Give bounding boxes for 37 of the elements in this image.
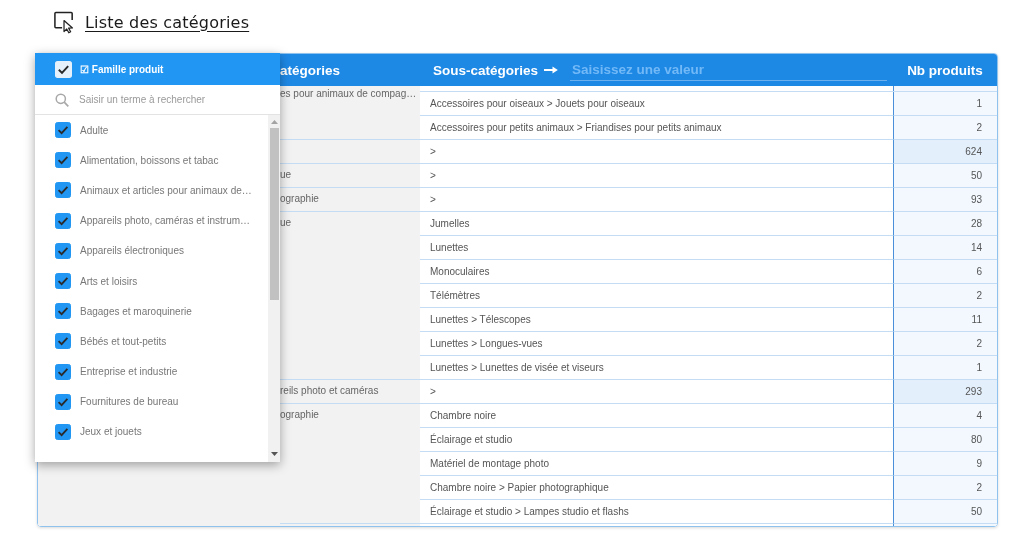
checkbox[interactable] — [55, 182, 71, 199]
checkbox[interactable] — [55, 212, 71, 229]
checkbox[interactable] — [55, 303, 71, 320]
filter-option[interactable]: Bébés et tout-petits — [55, 326, 268, 357]
scroll-down-icon[interactable] — [270, 452, 278, 456]
filter-field[interactable]: Saisissez une valeur — [570, 59, 888, 81]
column-header: Sous-catégories — [433, 62, 539, 78]
checkbox[interactable] — [55, 152, 71, 169]
filter-option[interactable]: Appareils électroniques — [55, 235, 268, 266]
filter-option[interactable]: Bagages et maroquinerie — [55, 296, 268, 327]
filter-option[interactable]: Alimentation, boissons et tabac — [55, 145, 268, 176]
filter-option[interactable]: Arts et loisirs — [55, 265, 268, 297]
count-cell: 293 — [893, 380, 997, 404]
column-header: atégories — [280, 61, 342, 80]
checkbox[interactable] — [55, 122, 71, 139]
column-header: Nb produits — [906, 61, 984, 80]
page-title: Liste des catégories — [85, 12, 250, 32]
checkbox[interactable] — [55, 363, 71, 380]
search-icon — [55, 92, 69, 107]
filter-option[interactable]: Animaux et articles pour animaux de… — [55, 175, 268, 206]
filter-option[interactable]: Appareils photo, caméras et instrum… — [55, 205, 268, 236]
checkbox[interactable] — [55, 423, 71, 440]
checkbox[interactable] — [55, 393, 71, 410]
cursor-icon — [53, 10, 76, 34]
filter-option[interactable]: Jeux et jouets — [55, 416, 268, 448]
checkbox[interactable] — [55, 242, 71, 259]
checkbox[interactable] — [55, 333, 71, 350]
dropdown-title: ☑ Famille produit — [80, 63, 164, 75]
count-cell: 624 — [893, 140, 997, 164]
filter-option[interactable]: Fournitures de bureau — [55, 386, 268, 417]
checkbox[interactable] — [55, 273, 71, 290]
filter-option[interactable]: Adulte — [55, 115, 268, 146]
scrollbar-track[interactable] — [268, 115, 280, 462]
scrollbar-thumb[interactable] — [269, 128, 279, 300]
right-arrow-icon — [544, 66, 559, 74]
search-field[interactable]: Saisir un terme à rechercher — [79, 94, 229, 105]
filter-option[interactable]: Entreprise et industrie — [55, 356, 268, 387]
